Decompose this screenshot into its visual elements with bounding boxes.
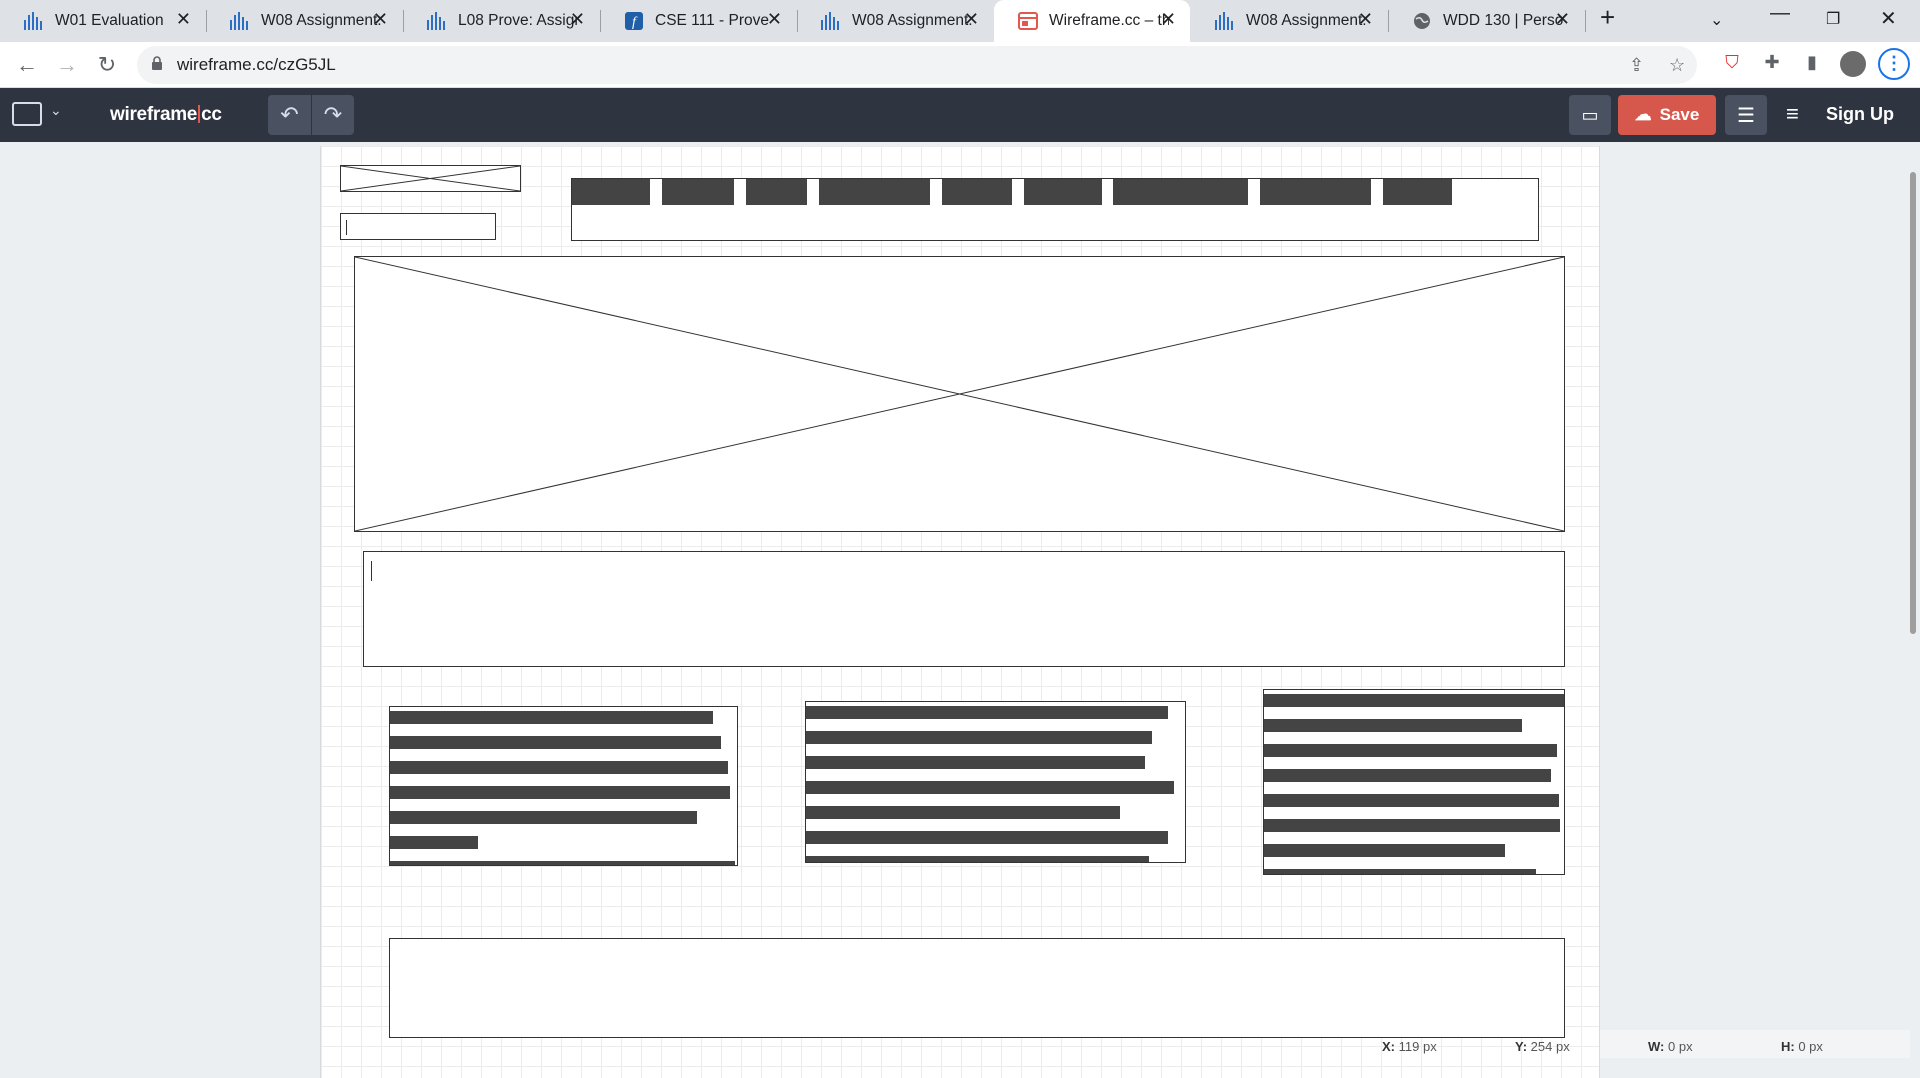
browser-tab[interactable]: W08 Assignment: ✕ — [1191, 0, 1387, 42]
nav-item-block — [1113, 179, 1248, 205]
browser-tab[interactable]: L08 Prove: Assign ✕ — [403, 0, 599, 42]
navigation-bar-placeholder[interactable] — [571, 178, 1539, 241]
nav-item-block — [1260, 179, 1371, 205]
app-logo[interactable]: wireframe cc — [110, 104, 222, 126]
redo-icon[interactable]: ↷ — [311, 95, 354, 135]
close-window-icon[interactable]: ✕ — [1880, 6, 1897, 31]
share-icon[interactable]: ⇪ — [1629, 55, 1644, 76]
nav-item-block — [746, 179, 807, 205]
settings-sliders-icon[interactable]: ☰ — [1725, 95, 1767, 135]
width-readout: W: 0 px — [1648, 1039, 1693, 1054]
tab-title: W01 Evaluation — [55, 12, 164, 29]
close-tab-icon[interactable]: ✕ — [373, 9, 388, 30]
close-tab-icon[interactable]: ✕ — [1161, 9, 1176, 30]
text-cursor — [371, 561, 372, 581]
hero-image-placeholder[interactable] — [354, 256, 1565, 532]
url-text: wireframe.cc/czG5JL — [177, 55, 336, 74]
nav-item-block — [819, 179, 930, 205]
avatar[interactable] — [1840, 51, 1866, 77]
globe-icon — [1414, 13, 1430, 29]
chevron-down-icon[interactable]: ⌄ — [50, 102, 62, 119]
browser-navbar: ← → ↻ wireframe.cc/czG5JL ⇪ ☆ ⛉ ✚ ▮ ⋮ — [0, 42, 1920, 88]
tab-search-chevron-icon[interactable]: ⌄ — [1710, 10, 1723, 30]
undo-icon[interactable]: ↶ — [268, 95, 311, 135]
undo-redo-group: ↶ ↷ — [268, 95, 354, 135]
close-tab-icon[interactable]: ✕ — [176, 9, 191, 30]
browser-tab[interactable]: W08 Assignment: ✕ — [797, 0, 993, 42]
save-button[interactable]: ☁ Save — [1618, 95, 1716, 135]
sign-up-button[interactable]: Sign Up — [1826, 104, 1894, 125]
tab-title: Wireframe.cc – th — [1049, 12, 1169, 29]
text-block-placeholder[interactable] — [363, 551, 1565, 667]
tab-title: CSE 111 - Prove — [655, 12, 770, 29]
canvas-bars-icon — [24, 12, 42, 30]
close-tab-icon[interactable]: ✕ — [1555, 9, 1570, 30]
nav-item-block — [942, 179, 1012, 205]
browser-menu-icon[interactable]: ⋮ — [1878, 48, 1910, 80]
app-toolbar: ⌄ wireframe cc ↶ ↷ ▭ ☁ Save ☰ ≡ Sign Up — [0, 88, 1920, 142]
tab-title: L08 Prove: Assign — [458, 12, 578, 29]
close-tab-icon[interactable]: ✕ — [1358, 9, 1373, 30]
canvas-bars-icon — [230, 12, 248, 30]
tab-title: W08 Assignment: — [261, 12, 381, 29]
y-coordinate: Y: 254 px — [1515, 1039, 1570, 1054]
browser-tab-strip: W01 Evaluation ✕ W08 Assignment: ✕ L08 P… — [0, 0, 1920, 42]
f-logo-icon: f — [625, 12, 643, 30]
restore-icon[interactable]: ❐ — [1826, 9, 1840, 29]
footer-placeholder[interactable] — [389, 938, 1565, 1038]
forward-icon[interactable]: → — [52, 50, 82, 80]
height-readout: H: 0 px — [1781, 1039, 1823, 1054]
canvas-bars-icon — [821, 12, 839, 30]
close-tab-icon[interactable]: ✕ — [964, 9, 979, 30]
new-tab-icon[interactable]: + — [1600, 2, 1615, 33]
wireframe-icon — [1018, 12, 1038, 30]
lock-icon — [152, 56, 162, 70]
logo-image-placeholder[interactable] — [340, 165, 521, 192]
paragraph-column-3[interactable] — [1263, 689, 1565, 875]
nav-item-block — [1383, 179, 1452, 205]
vertical-scrollbar[interactable] — [1910, 172, 1916, 634]
close-tab-icon[interactable]: ✕ — [570, 9, 585, 30]
hamburger-menu-icon[interactable]: ≡ — [1786, 101, 1799, 127]
address-bar[interactable]: wireframe.cc/czG5JL ⇪ ☆ — [137, 46, 1697, 84]
bookmark-star-icon[interactable]: ☆ — [1669, 55, 1685, 76]
paragraph-column-2[interactable] — [805, 701, 1186, 863]
minimize-icon[interactable]: — — [1770, 2, 1790, 25]
canvas-bars-icon — [1215, 12, 1233, 30]
cloud-upload-icon: ☁ — [1634, 105, 1652, 124]
nav-item-block — [1024, 179, 1102, 205]
comment-icon[interactable]: ▭ — [1569, 95, 1611, 135]
tab-title: W08 Assignment: — [1246, 12, 1366, 29]
nav-item-block — [662, 179, 734, 205]
canvas-bars-icon — [427, 12, 445, 30]
paragraph-column-1[interactable] — [389, 706, 738, 866]
browser-tab[interactable]: W08 Assignment: ✕ — [206, 0, 402, 42]
x-coordinate: X: 119 px — [1382, 1039, 1437, 1054]
reload-icon[interactable]: ↻ — [92, 50, 122, 80]
extensions-puzzle-icon[interactable]: ✚ — [1760, 52, 1784, 76]
status-bar — [1600, 1030, 1910, 1058]
text-input-placeholder[interactable] — [340, 213, 496, 240]
close-tab-icon[interactable]: ✕ — [767, 9, 782, 30]
browser-tab[interactable]: W01 Evaluation ✕ — [0, 0, 205, 42]
side-panel-icon[interactable]: ▮ — [1800, 52, 1824, 76]
tab-title: W08 Assignment: — [852, 12, 972, 29]
nav-item-block — [572, 179, 650, 205]
page-type-icon[interactable] — [12, 102, 42, 126]
browser-tab[interactable]: WDD 130 | Persor ✕ — [1388, 0, 1584, 42]
extension-shield-icon[interactable]: ⛉ — [1720, 52, 1744, 76]
browser-tab[interactable]: f CSE 111 - Prove ✕ — [600, 0, 796, 42]
browser-tab-active[interactable]: Wireframe.cc – th ✕ — [994, 0, 1190, 42]
back-icon[interactable]: ← — [12, 50, 42, 80]
tab-title: WDD 130 | Persor — [1443, 12, 1563, 29]
